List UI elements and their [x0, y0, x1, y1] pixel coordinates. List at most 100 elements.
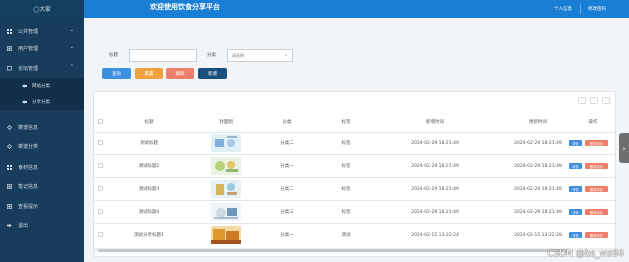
cell-title: 测试标题4 — [138, 210, 160, 215]
category-icon — [7, 143, 12, 149]
top-divider — [580, 4, 581, 14]
row-checkbox[interactable] — [98, 140, 103, 145]
cell-created: 2024-02-29 18:21:49 — [411, 186, 459, 192]
row-checkbox[interactable] — [98, 186, 103, 191]
cell-tag: 标签 — [341, 187, 351, 192]
sidebar-item-logout[interactable]: 退出 — [0, 215, 84, 235]
cover-image — [211, 203, 241, 221]
row-checkbox[interactable] — [98, 209, 103, 214]
col-header-actions: 操作 — [588, 120, 598, 125]
cell-created: 2024-02-29 18:21:49 — [411, 163, 459, 169]
cell-title: 测试标题 — [140, 141, 158, 146]
row-checkbox[interactable] — [98, 163, 103, 168]
cell-tag: 测试 — [341, 233, 351, 238]
category-select[interactable]: 请选择 ⌄ — [227, 49, 293, 62]
sidebar-item-label: 菜谱信息 — [18, 124, 39, 131]
cell-tag: 标签 — [341, 141, 351, 146]
title-input[interactable] — [129, 49, 197, 62]
chevron-right-icon[interactable]: › — [619, 133, 629, 163]
sidebar-item-ingredients[interactable]: 食材信息 — [0, 157, 84, 177]
sidebar-item-notes[interactable]: 笔记信息 — [0, 176, 84, 196]
reset-button[interactable]: 重置 — [135, 68, 163, 79]
sidebar-item-label: 笔记信息 — [18, 183, 39, 190]
cell-category: 分类二 — [280, 187, 294, 192]
sidebar-item-label: 退出 — [18, 222, 29, 229]
cell-title: 测试分享标题1 — [134, 233, 164, 238]
app-logo: ◯大家 — [0, 0, 84, 18]
row-delete-button[interactable]: 删除评论 — [585, 163, 608, 169]
top-bar — [0, 0, 629, 18]
cell-created: 2024-02-29 18:21:49 — [411, 209, 459, 215]
sidebar-item-label: 公共管理 — [18, 28, 39, 35]
row-delete-button[interactable]: 删除评论 — [585, 232, 608, 238]
add-button[interactable]: 新增 — [198, 68, 227, 79]
cell-category: 分类二 — [280, 141, 294, 146]
cell-created: 2024-02-29 18:21:49 — [411, 140, 459, 146]
sidebar-item-recipes[interactable]: 菜谱信息 — [0, 117, 84, 137]
col-header-created: 新增时间 — [426, 120, 444, 125]
category-label: 分类 — [207, 53, 216, 58]
columns-toggle-icon[interactable] — [578, 97, 586, 104]
export-icon[interactable] — [602, 97, 610, 104]
cell-title: 测试标题2 — [138, 164, 160, 169]
edit-button[interactable]: 详情 — [569, 186, 582, 192]
col-header-cover: 封面图 — [219, 120, 233, 125]
edit-button[interactable]: 详情 — [569, 209, 582, 215]
notice-icon — [7, 203, 12, 209]
scrollbar-thumb[interactable] — [98, 249, 568, 252]
chevron-down-icon: ⌄ — [69, 27, 74, 33]
personal-info-link[interactable]: 个人信息 — [554, 6, 572, 12]
sidebar-item-label: 食材信息 — [18, 164, 39, 171]
title-label: 标题 — [109, 53, 118, 58]
sidebar-item-label: 查看提示 — [18, 203, 39, 210]
cell-category: 分类一 — [280, 233, 294, 238]
row-delete-button[interactable]: 删除评论 — [585, 209, 608, 215]
sidebar-item-label: 用户管理 — [18, 45, 39, 52]
watermark: CSDN @bs_wa66 — [547, 249, 624, 259]
change-password-link[interactable]: 修改密码 — [588, 6, 606, 12]
sidebar-item-label: 菜谱分类 — [18, 143, 39, 150]
search-button[interactable]: 查询 — [102, 68, 131, 79]
app-title: 欢迎使用饮食分享平台 — [150, 3, 220, 11]
cover-image — [211, 226, 241, 244]
row-delete-button[interactable]: 删除评论 — [585, 140, 608, 146]
sidebar-subitem-label: 网站分类 — [32, 84, 50, 89]
sidebar-item-label: 论坛管理 — [18, 65, 39, 72]
user-icon — [7, 45, 12, 51]
delete-button[interactable]: 删除 — [166, 68, 194, 79]
row-delete-button[interactable]: 删除评论 — [585, 186, 608, 192]
edit-button[interactable]: 详情 — [569, 140, 582, 146]
cover-image — [211, 180, 241, 198]
sidebar-item-forum[interactable]: 论坛管理 ⌃ — [0, 58, 84, 78]
exit-icon — [7, 223, 12, 227]
arrow-icon — [22, 100, 27, 104]
cell-category: 分类三 — [280, 210, 294, 215]
arrow-icon — [22, 84, 27, 88]
cover-image — [211, 134, 241, 152]
print-icon[interactable] — [590, 97, 598, 104]
edit-button[interactable]: 详情 — [569, 232, 582, 238]
recipe-icon — [7, 124, 12, 130]
sidebar-subitem-site-category[interactable]: 网站分类 — [0, 78, 84, 94]
chevron-up-icon: ⌃ — [69, 64, 74, 70]
row-checkbox[interactable] — [98, 232, 103, 237]
cell-tag: 标签 — [341, 210, 351, 215]
edit-button[interactable]: 详情 — [569, 163, 582, 169]
cell-title: 测试标题3 — [138, 187, 160, 192]
cell-created: 2024-02-15 13:22:24 — [411, 232, 459, 238]
col-header-title: 标题 — [144, 120, 154, 125]
sidebar-item-recipe-category[interactable]: 菜谱分类 — [0, 136, 84, 156]
col-header-category: 分类 — [282, 120, 292, 125]
grid-icon — [7, 28, 12, 34]
cell-category: 分类一 — [280, 164, 294, 169]
category-select-value: 请选择 — [232, 52, 244, 58]
col-header-tag: 标签 — [341, 120, 351, 125]
food-icon — [7, 164, 12, 170]
sidebar-subitem-share-category[interactable]: 分享分类 — [0, 94, 84, 110]
chevron-down-icon: ⌄ — [283, 52, 288, 58]
sidebar-item-users[interactable]: 用户管理 ⌄ — [0, 38, 84, 58]
sidebar-item-notices[interactable]: 查看提示 — [0, 196, 84, 216]
cover-image — [211, 157, 241, 175]
cell-tag: 标签 — [341, 164, 351, 169]
select-all-checkbox[interactable] — [98, 119, 103, 124]
